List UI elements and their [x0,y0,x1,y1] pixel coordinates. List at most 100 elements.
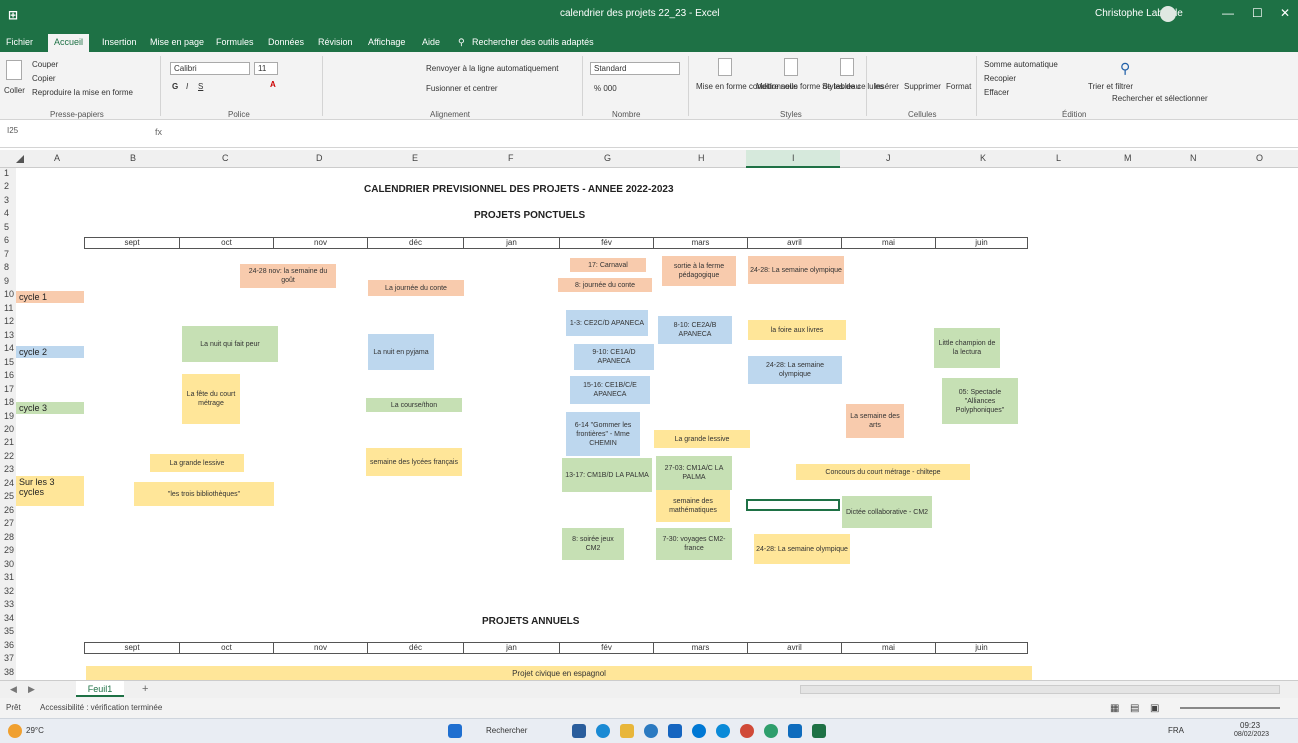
tab-help[interactable]: Aide [422,37,440,47]
sheet-grid[interactable]: CALENDRIER PREVISIONNEL DES PROJETS - AN… [16,168,1298,680]
note-card[interactable]: 24-28: La semaine olympique [748,356,842,384]
tab-home[interactable]: Accueil [48,34,90,52]
row-number[interactable]: 24 [4,478,14,488]
search-icon[interactable]: ⚲ [458,37,465,48]
taskbar-search[interactable]: Rechercher [486,726,527,735]
windows-start-icon[interactable] [448,724,462,738]
row-number[interactable]: 16 [4,370,14,380]
prev-sheet-icon[interactable]: ◀ [10,684,17,695]
note-card[interactable]: La nuit en pyjama [368,334,434,370]
note-card[interactable]: Dictée collaborative - CM2 [842,496,932,528]
row-number[interactable]: 2 [4,181,9,191]
row-number[interactable]: 9 [4,276,9,286]
photos-icon[interactable] [740,724,754,738]
avatar[interactable] [1160,6,1176,22]
paste-button[interactable]: Coller [4,86,25,95]
row-number[interactable]: 30 [4,559,14,569]
col-a[interactable]: A [54,153,60,163]
note-card[interactable]: "les trois bibliothèques" [134,482,274,506]
row-number[interactable]: 14 [4,343,14,353]
tab-insert[interactable]: Insertion [102,37,137,47]
row-number[interactable]: 26 [4,505,14,515]
folder-icon[interactable] [620,724,634,738]
sheet-tab-feuil1[interactable]: Feuil1 [76,681,124,697]
bold-button[interactable]: G [172,82,178,91]
horizontal-scrollbar[interactable] [800,685,1280,694]
note-card[interactable]: 15-16: CE1B/C/E APANECA [570,376,650,404]
note-card[interactable]: La course/thon [366,398,462,412]
page-break-view-icon[interactable]: ▣ [1150,703,1159,714]
row-number[interactable]: 25 [4,491,14,501]
note-card[interactable]: 24-28 nov: la semaine du goût [240,264,336,288]
note-card[interactable]: 8-10: CE2A/B APANECA [658,316,732,344]
tab-page-layout[interactable]: Mise en page [150,37,204,47]
italic-button[interactable]: I [186,82,188,91]
insert-cells-button[interactable]: Insérer [874,82,899,91]
row-number[interactable]: 34 [4,613,14,623]
font-size-select[interactable]: 11 [254,62,278,75]
row-number[interactable]: 36 [4,640,14,650]
row-number[interactable]: 29 [4,545,14,555]
file-explorer-icon[interactable] [572,724,586,738]
close-button[interactable]: ✕ [1280,6,1290,20]
col-l[interactable]: L [1056,153,1061,163]
outlook-icon[interactable] [788,724,802,738]
col-o[interactable]: O [1256,153,1263,163]
note-card[interactable]: 17: Carnaval [570,258,646,272]
col-d[interactable]: D [316,153,323,163]
note-card[interactable]: La fête du court métrage [182,374,240,424]
note-card[interactable]: 8: soirée jeux CM2 [562,528,624,560]
row-number[interactable]: 15 [4,357,14,367]
add-sheet-button[interactable]: + [142,683,148,695]
note-card[interactable]: La grande lessive [150,454,244,472]
note-card[interactable]: Little champion de la lectura [934,328,1000,368]
col-b[interactable]: B [130,153,136,163]
weather-icon[interactable] [8,724,22,738]
number-format-select[interactable]: Standard [590,62,680,75]
note-card[interactable]: semaine des mathématiques [656,490,730,522]
tell-me-search[interactable]: Rechercher des outils adaptés [472,37,594,47]
next-sheet-icon[interactable]: ▶ [28,684,35,695]
row-number[interactable]: 3 [4,195,9,205]
note-card[interactable]: La semaine des arts [846,404,904,438]
annual-project-bar[interactable]: Projet civique en espagnol [86,666,1032,680]
row-number[interactable]: 21 [4,437,14,447]
copy-button[interactable]: Copier [32,74,56,83]
note-card[interactable]: la foire aux livres [748,320,846,340]
note-card[interactable]: 6-14 "Gommer les frontières" - Mme CHEMI… [566,412,640,456]
row-number[interactable]: 31 [4,572,14,582]
note-card[interactable]: 9-10: CE1A/D APANECA [574,344,654,370]
row-number[interactable]: 13 [4,330,14,340]
font-color-icon[interactable]: A [270,80,276,89]
zoom-slider[interactable] [1180,707,1280,709]
normal-view-icon[interactable]: ▦ [1110,703,1119,714]
note-card[interactable]: 05: Spectacle "Alliances Polyphoniques" [942,378,1018,424]
note-card[interactable]: 27-03: CM1A/C LA PALMA [656,456,732,490]
percent-button[interactable]: % 000 [594,84,617,93]
clock-date[interactable]: 08/02/2023 [1234,731,1269,738]
tab-data[interactable]: Données [268,37,304,47]
mail-icon[interactable] [692,724,706,738]
tab-formulas[interactable]: Formules [216,37,254,47]
font-name-select[interactable]: Calibri [170,62,250,75]
note-card[interactable]: 13-17: CM1B/D LA PALMA [562,458,652,492]
clock-time[interactable]: 09:23 [1240,721,1260,730]
page-layout-view-icon[interactable]: ▤ [1130,703,1139,714]
minimize-button[interactable]: — [1222,6,1234,20]
row-number[interactable]: 20 [4,424,14,434]
accessibility-status[interactable]: Accessibilité : vérification terminée [40,703,162,712]
row-number[interactable]: 11 [4,303,13,313]
row-number[interactable]: 38 [4,667,14,677]
xbox-icon[interactable] [764,724,778,738]
row-number[interactable]: 17 [4,384,14,394]
excel-taskbar-icon[interactable] [812,724,826,738]
tab-view[interactable]: Affichage [368,37,405,47]
format-painter-button[interactable]: Reproduire la mise en forme [32,88,133,97]
name-box[interactable]: I25 [4,126,64,142]
row-number[interactable]: 32 [4,586,14,596]
note-card[interactable]: 24-28: La semaine olympique [754,534,850,564]
row-number[interactable]: 33 [4,599,14,609]
edge-icon[interactable] [596,724,610,738]
row-number[interactable]: 10 [4,289,14,299]
col-f[interactable]: F [508,153,514,163]
